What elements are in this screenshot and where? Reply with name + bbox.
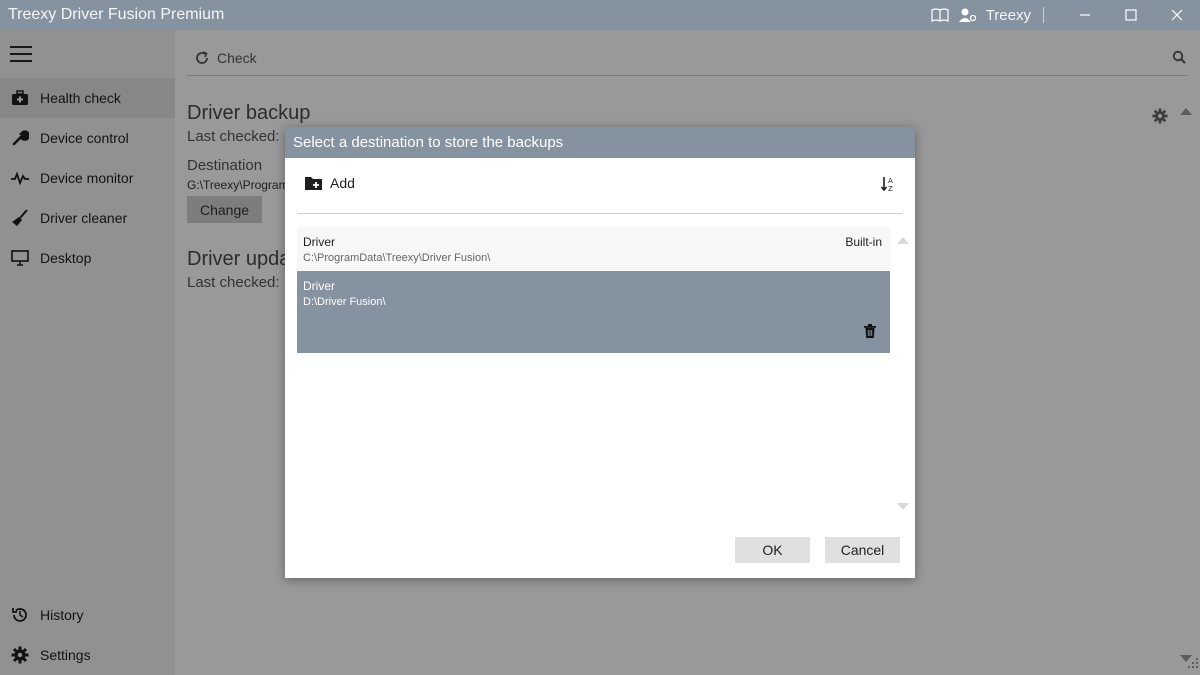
title-bar: Treexy Driver Fusion Premium Treexy [0, 0, 1200, 30]
list-scroll-up-arrow-icon[interactable] [897, 231, 909, 249]
user-settings-icon[interactable] [958, 5, 978, 25]
add-button[interactable]: Add [305, 175, 355, 191]
ok-button[interactable]: OK [735, 537, 810, 563]
maximize-button[interactable] [1108, 0, 1154, 30]
sort-icon[interactable]: AZ [880, 176, 895, 197]
trash-icon[interactable] [864, 324, 876, 343]
dialog-toolbar: Add AZ [297, 158, 903, 214]
dialog-title: Select a destination to store the backup… [285, 127, 915, 158]
book-icon[interactable] [930, 5, 950, 25]
close-button[interactable] [1154, 0, 1200, 30]
select-destination-dialog: Select a destination to store the backup… [285, 127, 915, 578]
title-separator [1043, 7, 1044, 23]
list-scroll-down-arrow-icon[interactable] [897, 497, 909, 515]
window-title: Treexy Driver Fusion Premium [8, 6, 225, 23]
svg-text:Z: Z [888, 185, 893, 192]
svg-text:A: A [888, 177, 893, 185]
destination-list-item[interactable]: Driver C:\ProgramData\Treexy\Driver Fusi… [297, 227, 890, 270]
user-name[interactable]: Treexy [986, 7, 1031, 24]
folder-add-icon [305, 176, 322, 190]
destination-name: Driver [303, 235, 335, 249]
add-label: Add [330, 175, 355, 191]
built-in-badge: Built-in [845, 235, 882, 249]
minimize-button[interactable] [1062, 0, 1108, 30]
destination-path: D:\Driver Fusion\ [303, 296, 386, 308]
destination-name: Driver [303, 279, 335, 293]
destination-path: C:\ProgramData\Treexy\Driver Fusion\ [303, 252, 491, 264]
cancel-button[interactable]: Cancel [825, 537, 900, 563]
destination-list-item-selected[interactable]: Driver D:\Driver Fusion\ [297, 271, 890, 353]
